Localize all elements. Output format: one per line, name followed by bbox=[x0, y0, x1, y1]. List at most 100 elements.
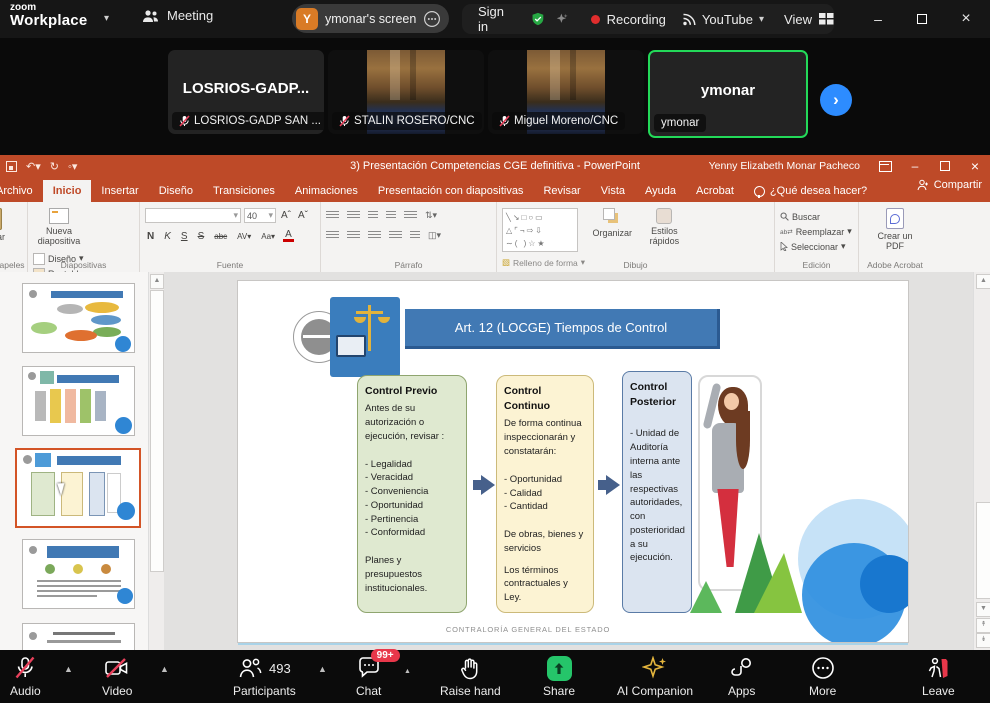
chat-button[interactable]: 99+ Chat bbox=[356, 656, 381, 698]
font-color-button[interactable]: A bbox=[283, 230, 294, 242]
scroll-up-button[interactable]: ▲ bbox=[976, 274, 990, 289]
tab-ayuda[interactable]: Ayuda bbox=[635, 180, 686, 202]
video-tile-losrios[interactable]: LOSRIOS-GADP... LOSRIOS-GADP SAN ... bbox=[168, 50, 324, 134]
tab-revisar[interactable]: Revisar bbox=[533, 180, 590, 202]
line-spacing-button[interactable] bbox=[404, 211, 417, 220]
minimize-button[interactable]: – bbox=[856, 2, 900, 36]
ppt-restore-button[interactable] bbox=[930, 155, 960, 177]
participants-options-chevron[interactable]: ▲ bbox=[318, 664, 327, 674]
bold-button[interactable]: N bbox=[145, 231, 156, 242]
slide-thumbnail-3-selected[interactable] bbox=[15, 448, 141, 528]
replace-button[interactable]: ab⇄ Reemplazar▾ bbox=[780, 224, 853, 239]
raise-hand-button[interactable]: Raise hand bbox=[440, 656, 501, 698]
tab-presentacion[interactable]: Presentación con diapositivas bbox=[368, 180, 534, 202]
slide-thumbnail-4[interactable] bbox=[22, 539, 135, 609]
align-left-button[interactable] bbox=[326, 231, 339, 240]
numbering-button[interactable] bbox=[347, 211, 360, 220]
share-button[interactable]: Compartir bbox=[917, 179, 982, 191]
sparkle-icon[interactable] bbox=[556, 11, 568, 27]
align-center-button[interactable] bbox=[347, 231, 360, 240]
tab-insertar[interactable]: Insertar bbox=[91, 180, 148, 202]
italic-button[interactable]: K bbox=[162, 231, 173, 242]
youtube-stream-button[interactable]: YouTube ▾ bbox=[682, 12, 764, 27]
video-tile-miguel[interactable]: Miguel Moreno/CNC bbox=[488, 50, 644, 134]
slide-thumbnail-5[interactable] bbox=[22, 623, 135, 650]
clear-formatting-button[interactable]: abc bbox=[212, 232, 229, 241]
scroll-down-button[interactable]: ▼ bbox=[976, 602, 990, 617]
increase-indent-button[interactable] bbox=[386, 211, 396, 220]
tell-me-search[interactable]: ¿Qué desea hacer? bbox=[744, 180, 877, 202]
more-button[interactable]: More bbox=[809, 656, 836, 698]
tab-transiciones[interactable]: Transiciones bbox=[203, 180, 285, 202]
shield-check-icon[interactable] bbox=[531, 10, 545, 28]
new-slide-label: Nueva diapositiva bbox=[37, 226, 81, 246]
arrange-button[interactable]: Organizar bbox=[588, 206, 636, 240]
tab-inicio[interactable]: Inicio bbox=[43, 180, 92, 202]
chevron-down-icon[interactable]: ▾ bbox=[104, 13, 109, 24]
thumbnail-scrollbar[interactable]: ▲ bbox=[148, 272, 164, 650]
strikethrough-button[interactable]: S bbox=[196, 231, 207, 242]
justify-button[interactable] bbox=[389, 231, 402, 240]
scroll-up-button[interactable]: ▲ bbox=[150, 274, 164, 289]
group-label-clipboard: Portapapeles bbox=[0, 260, 27, 270]
tab-archivo[interactable]: Archivo bbox=[0, 180, 43, 202]
change-case-button[interactable]: Aa▾ bbox=[259, 232, 277, 241]
leave-button[interactable]: Leave bbox=[922, 656, 955, 698]
apps-button[interactable]: Apps bbox=[728, 656, 755, 698]
new-slide-button[interactable]: Nueva diapositiva bbox=[33, 206, 85, 248]
tab-acrobat[interactable]: Acrobat bbox=[686, 180, 744, 202]
font-name-combo[interactable]: ▾ bbox=[145, 208, 241, 223]
shrink-font-button[interactable]: Aˇ bbox=[296, 210, 310, 221]
participants-button[interactable]: 493 Participants bbox=[233, 656, 296, 698]
bullets-button[interactable] bbox=[326, 211, 339, 220]
tab-diseno[interactable]: Diseño bbox=[149, 180, 203, 202]
video-button[interactable]: Video bbox=[102, 656, 132, 698]
next-slide-button[interactable]: ↡ bbox=[976, 633, 990, 648]
columns-button[interactable] bbox=[410, 231, 420, 240]
next-participants-button[interactable]: › bbox=[820, 84, 852, 116]
tab-meeting[interactable]: Meeting bbox=[142, 8, 213, 23]
slide-canvas[interactable]: Art. 12 (LOCGE) Tiempos de Control Contr… bbox=[238, 281, 908, 642]
select-button[interactable]: Seleccionar▾ bbox=[780, 239, 853, 254]
create-pdf-button[interactable]: Crear un PDF bbox=[864, 206, 926, 253]
grow-font-button[interactable]: Aˆ bbox=[279, 210, 293, 221]
audio-button[interactable]: Audio bbox=[10, 656, 41, 698]
text-direction-button[interactable]: ⇅▾ bbox=[425, 210, 437, 221]
ellipsis-circle-icon[interactable] bbox=[423, 10, 441, 28]
decrease-indent-button[interactable] bbox=[368, 211, 378, 220]
ai-companion-button[interactable]: AI Companion bbox=[617, 656, 693, 698]
close-button[interactable]: × bbox=[944, 2, 988, 36]
slide-scrollbar[interactable]: ▲ ▼ ↟ ↡ bbox=[973, 272, 990, 650]
shapes-gallery[interactable]: ╲↘□○▭△⌜¬⇨⇩∼( )☆★ bbox=[502, 208, 578, 252]
audio-options-chevron[interactable]: ▲ bbox=[64, 664, 73, 674]
slide-thumbnail-1[interactable] bbox=[22, 283, 135, 353]
ribbon-display-options-icon[interactable] bbox=[870, 155, 900, 177]
tab-screen-share[interactable]: Y ymonar's screen bbox=[292, 4, 449, 33]
video-options-chevron[interactable]: ▲ bbox=[160, 664, 169, 674]
font-size-combo[interactable]: 40▾ bbox=[244, 208, 276, 223]
scrollbar-thumb[interactable] bbox=[150, 290, 164, 572]
tab-animaciones[interactable]: Animaciones bbox=[285, 180, 368, 202]
paste-button[interactable]: Pegar bbox=[0, 206, 9, 244]
tab-vista[interactable]: Vista bbox=[591, 180, 635, 202]
account-user-name[interactable]: Yenny Elizabeth Monar Pacheco bbox=[709, 160, 860, 172]
character-spacing-button[interactable]: AV▾ bbox=[235, 232, 253, 241]
sign-in-button[interactable]: Sign in bbox=[478, 4, 509, 34]
video-tile-stalin[interactable]: STALIN ROSERO/CNC bbox=[328, 50, 484, 134]
scrollbar-thumb[interactable] bbox=[976, 502, 990, 599]
find-button[interactable]: Buscar bbox=[780, 209, 853, 224]
maximize-button[interactable] bbox=[900, 2, 944, 36]
slide-thumbnail-2[interactable] bbox=[22, 366, 135, 436]
align-right-button[interactable] bbox=[368, 231, 381, 240]
ppt-minimize-button[interactable]: – bbox=[900, 155, 930, 177]
chat-options-chevron[interactable]: ▲ bbox=[404, 668, 411, 675]
recording-indicator[interactable]: Recording bbox=[591, 12, 666, 27]
smartart-convert-button[interactable]: ◫▾ bbox=[428, 230, 441, 241]
underline-button[interactable]: S bbox=[179, 231, 190, 242]
quick-styles-button[interactable]: Estilos rápidos bbox=[640, 206, 688, 248]
previous-slide-button[interactable]: ↟ bbox=[976, 618, 990, 633]
share-screen-button[interactable]: Share bbox=[543, 656, 575, 698]
video-tile-ymonar-active[interactable]: ymonar ymonar bbox=[648, 50, 808, 138]
ppt-close-button[interactable]: × bbox=[960, 155, 990, 177]
view-button[interactable]: View bbox=[784, 12, 834, 27]
